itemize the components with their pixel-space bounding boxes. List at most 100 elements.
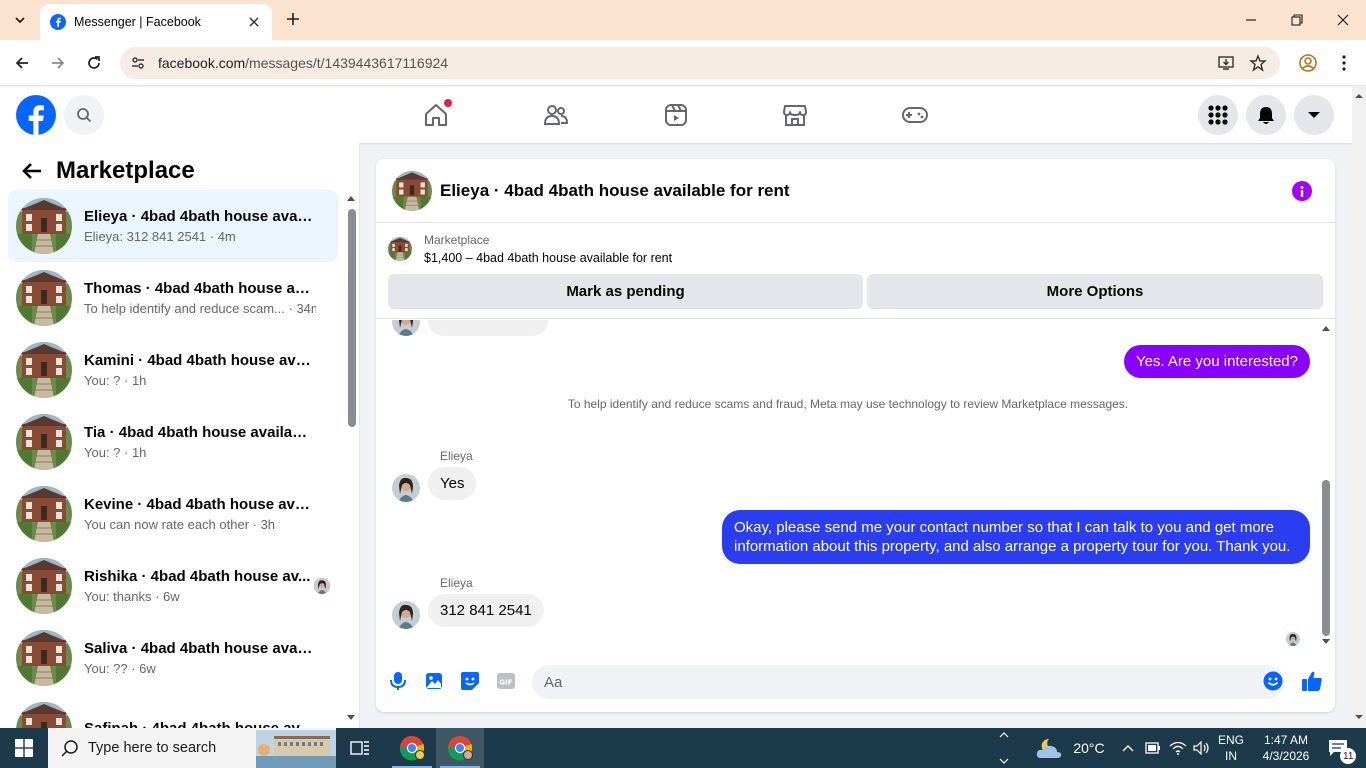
clock[interactable]: 1:47 AM 4/3/2026 (1254, 728, 1318, 768)
facebook-logo-icon[interactable] (16, 95, 56, 135)
minimize-button[interactable] (1228, 0, 1274, 40)
nav-gaming[interactable] (859, 87, 971, 143)
page-scrollbar[interactable] (1352, 87, 1366, 728)
chat-scrollbar-thumb[interactable] (1322, 480, 1330, 636)
sticker-icon[interactable] (458, 669, 482, 693)
account-button[interactable] (1294, 95, 1334, 135)
marketplace-listing-bar: Marketplace $1,400 – 4bad 4bath house av… (376, 223, 1335, 319)
conversation-item[interactable]: Saliva · 4bad 4bath house availa... You:… (8, 622, 338, 694)
like-thumbs-up-icon[interactable] (1300, 669, 1324, 693)
taskbar-search-box[interactable]: Type here to search (48, 728, 336, 768)
taskbar-chrome-app-active[interactable] (436, 728, 484, 768)
facebook-header (0, 87, 1352, 143)
marketplace-label: Marketplace (424, 233, 490, 247)
conversation-item[interactable]: Safinah · 4bad 4bath house avail... (8, 694, 338, 728)
region-code: IN (1225, 749, 1237, 763)
close-tab-icon[interactable] (246, 14, 262, 30)
kebab-menu-icon (1342, 55, 1346, 71)
bookmark-star-icon[interactable] (1246, 51, 1270, 75)
emoji-icon[interactable] (1261, 669, 1285, 693)
address-bar[interactable]: facebook.com/messages/t/1439443617116924 (120, 47, 1280, 79)
task-view-icon (350, 741, 369, 755)
conversation-item[interactable]: Kamini · 4bad 4bath house avail... You: … (8, 334, 338, 406)
video-icon (665, 104, 687, 126)
conversation-info-button[interactable] (1292, 181, 1312, 201)
caret-down-icon (1308, 112, 1320, 118)
reload-button[interactable] (82, 51, 106, 75)
url-text: facebook.com/messages/t/1439443617116924 (158, 55, 449, 71)
browser-tab-messenger[interactable]: Messenger | Facebook (40, 4, 272, 40)
conversation-preview: You: ?? · 6w (84, 661, 156, 676)
browser-toolbar: facebook.com/messages/t/1439443617116924 (0, 40, 1366, 86)
conversation-item[interactable]: Tia · 4bad 4bath house available... You:… (8, 406, 338, 478)
back-button[interactable] (10, 51, 34, 75)
minimize-icon (1246, 19, 1256, 21)
start-button[interactable] (0, 728, 48, 768)
attach-photo-icon[interactable] (422, 669, 446, 693)
nav-friends[interactable] (500, 87, 612, 143)
svg-text:GIF: GIF (499, 679, 512, 687)
profile-button[interactable] (1296, 51, 1320, 75)
input-language-indicator[interactable]: ENG IN (1214, 728, 1248, 768)
conversation-item[interactable]: Kevine · 4bad 4bath house avail... You c… (8, 478, 338, 550)
facebook-search-button[interactable] (64, 95, 104, 135)
message-bubble-outgoing[interactable]: Yes. Are you interested? (1123, 345, 1310, 378)
menu-button[interactable] (1198, 95, 1238, 135)
conversation-preview: You: ? · 1h (84, 373, 147, 388)
network-status[interactable] (1166, 728, 1190, 768)
gif-icon[interactable]: GIF (494, 669, 518, 693)
read-receipt-avatar (314, 578, 330, 594)
tab-search-dropdown[interactable] (8, 8, 32, 32)
taskbar-chrome-app[interactable] (388, 728, 436, 768)
back-to-chats-button[interactable] (16, 155, 48, 187)
conversation-item[interactable]: Rishika · 4bad 4bath house av... You: th… (8, 550, 338, 622)
show-hidden-icons-button[interactable] (1118, 728, 1138, 768)
nav-video[interactable] (620, 87, 732, 143)
sidebar-scrollbar-thumb[interactable] (348, 209, 356, 427)
listing-thumbnail (16, 702, 72, 728)
more-options-button[interactable]: More Options (867, 274, 1323, 309)
search-highlight-image-icon (256, 730, 336, 768)
battery-status[interactable] (1142, 728, 1164, 768)
restore-icon (1291, 14, 1303, 26)
conversation-item[interactable]: Thomas · 4bad 4bath house avai... To hel… (8, 262, 338, 334)
sender-avatar (392, 601, 420, 629)
mark-as-pending-button[interactable]: Mark as pending (388, 274, 863, 309)
nav-home[interactable] (380, 87, 492, 143)
voice-clip-icon[interactable] (386, 669, 410, 693)
search-icon (60, 738, 80, 758)
language-code: ENG (1217, 733, 1244, 747)
message-thread: Yes. Are you interested? To help identif… (376, 320, 1335, 650)
close-icon (1337, 14, 1349, 26)
notifications-button[interactable] (1246, 95, 1286, 135)
nav-marketplace[interactable] (739, 87, 851, 143)
chat-listing-avatar[interactable] (392, 171, 432, 211)
restore-button[interactable] (1274, 0, 1320, 40)
install-app-icon[interactable] (1214, 51, 1238, 75)
task-view-button[interactable] (336, 728, 384, 768)
arrow-right-icon (52, 57, 65, 69)
marketplace-sidebar: Marketplace Elieya · 4bad 4bath house av… (0, 143, 360, 728)
info-icon (1300, 185, 1304, 197)
taskbar-overflow-arrows[interactable] (996, 728, 1012, 768)
site-settings-icon[interactable] (126, 51, 150, 75)
volume-control[interactable] (1190, 728, 1214, 768)
weather-widget[interactable]: 20°C (1030, 728, 1110, 768)
close-window-button[interactable] (1320, 0, 1366, 40)
reload-icon (88, 56, 100, 69)
browser-menu-button[interactable] (1332, 51, 1356, 75)
forward-button[interactable] (46, 51, 70, 75)
chrome-icon (447, 736, 473, 761)
sender-name: Elieya (440, 449, 473, 463)
message-bubble-incoming[interactable]: 312 841 2541 (428, 594, 544, 627)
message-bubble-outgoing[interactable]: Okay, please send me your contact number… (722, 510, 1310, 564)
notification-center-button[interactable]: 11 (1318, 728, 1358, 768)
chevron-down-icon (15, 17, 25, 24)
chat-title[interactable]: Elieya · 4bad 4bath house available for … (440, 181, 790, 201)
new-tab-button[interactable] (282, 8, 304, 30)
battery-icon (1145, 742, 1160, 754)
message-bubble-incoming[interactable]: Yes (428, 467, 477, 500)
listing-title-price[interactable]: $1,400 – 4bad 4bath house available for … (424, 251, 672, 265)
message-input[interactable] (532, 665, 1284, 699)
conversation-item[interactable]: Elieya · 4bad 4bath house availa... Elie… (8, 190, 338, 262)
